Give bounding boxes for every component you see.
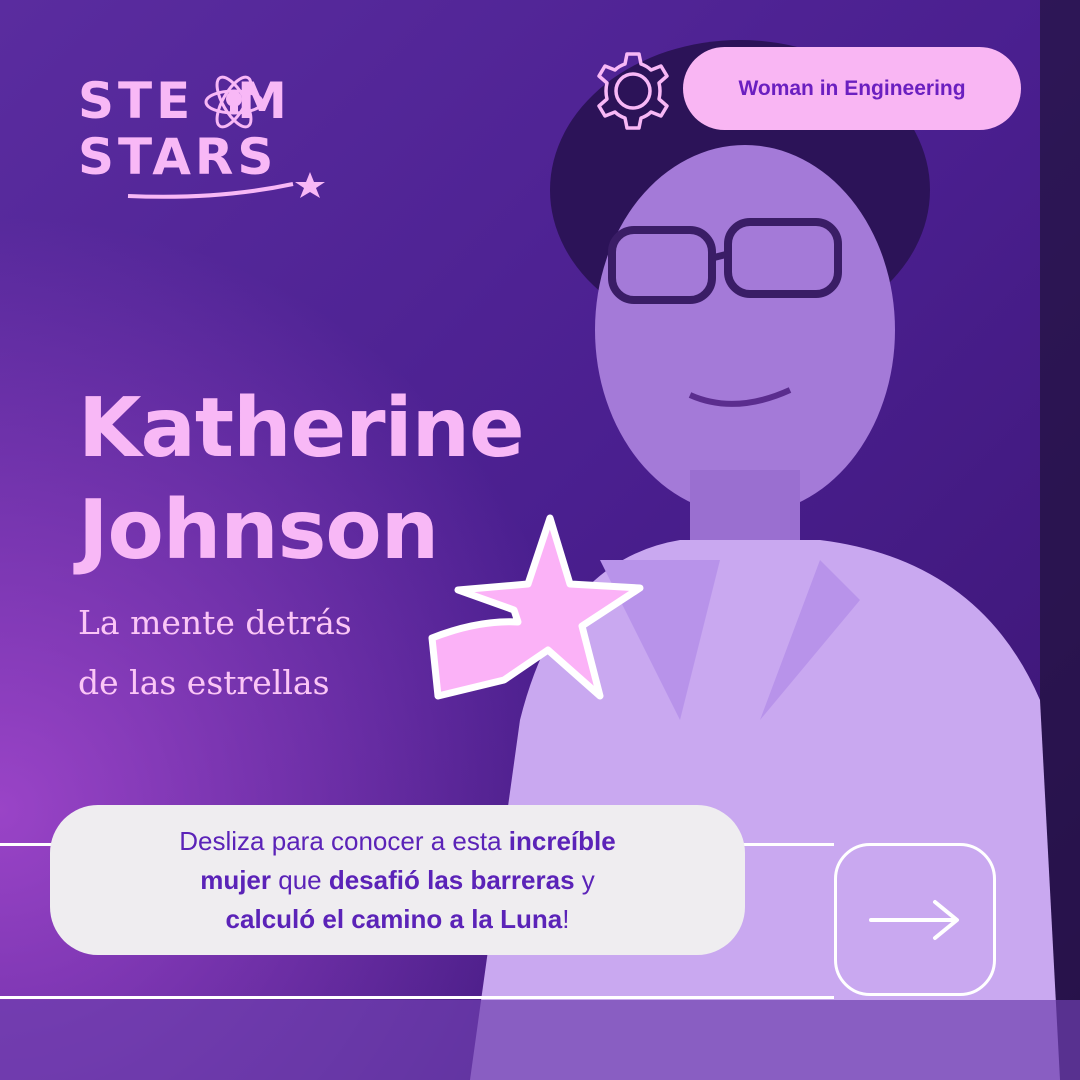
callout-seg-1: Desliza para conocer a esta — [179, 825, 509, 856]
subtitle-line-2: de las estrellas — [78, 663, 330, 702]
callout-emphasis-3: desafió las barreras — [328, 864, 575, 895]
callout-seg-8: ! — [562, 903, 570, 934]
arrow-right-icon — [869, 899, 959, 940]
steam-stars-logo: STE M STARS — [78, 75, 328, 201]
next-slide-button[interactable] — [834, 843, 996, 996]
atom-lightbulb-icon — [204, 75, 264, 129]
name-first: Katherine — [78, 381, 525, 476]
shooting-star-icon — [428, 514, 644, 700]
callout-seg-4: que — [271, 864, 329, 895]
post-canvas: STE M STARS Woman in Engineering Katheri… — [0, 0, 1080, 1080]
callout-seg-6: y — [574, 864, 595, 895]
subtitle-line-1: La mente detrás — [78, 603, 352, 642]
callout-text: Desliza para conocer a esta increíble muj… — [88, 822, 708, 939]
gear-icon — [597, 52, 669, 130]
divider-bottom — [0, 996, 834, 999]
swipe-callout: Desliza para conocer a esta increíble muj… — [50, 805, 745, 955]
callout-emphasis-2: mujer — [200, 864, 272, 895]
callout-emphasis-4: calculó el camino a la Luna — [225, 903, 563, 934]
logo-swoosh-star — [127, 172, 325, 199]
category-badge: Woman in Engineering — [683, 47, 1021, 130]
callout-emphasis-1: increíble — [508, 825, 616, 856]
